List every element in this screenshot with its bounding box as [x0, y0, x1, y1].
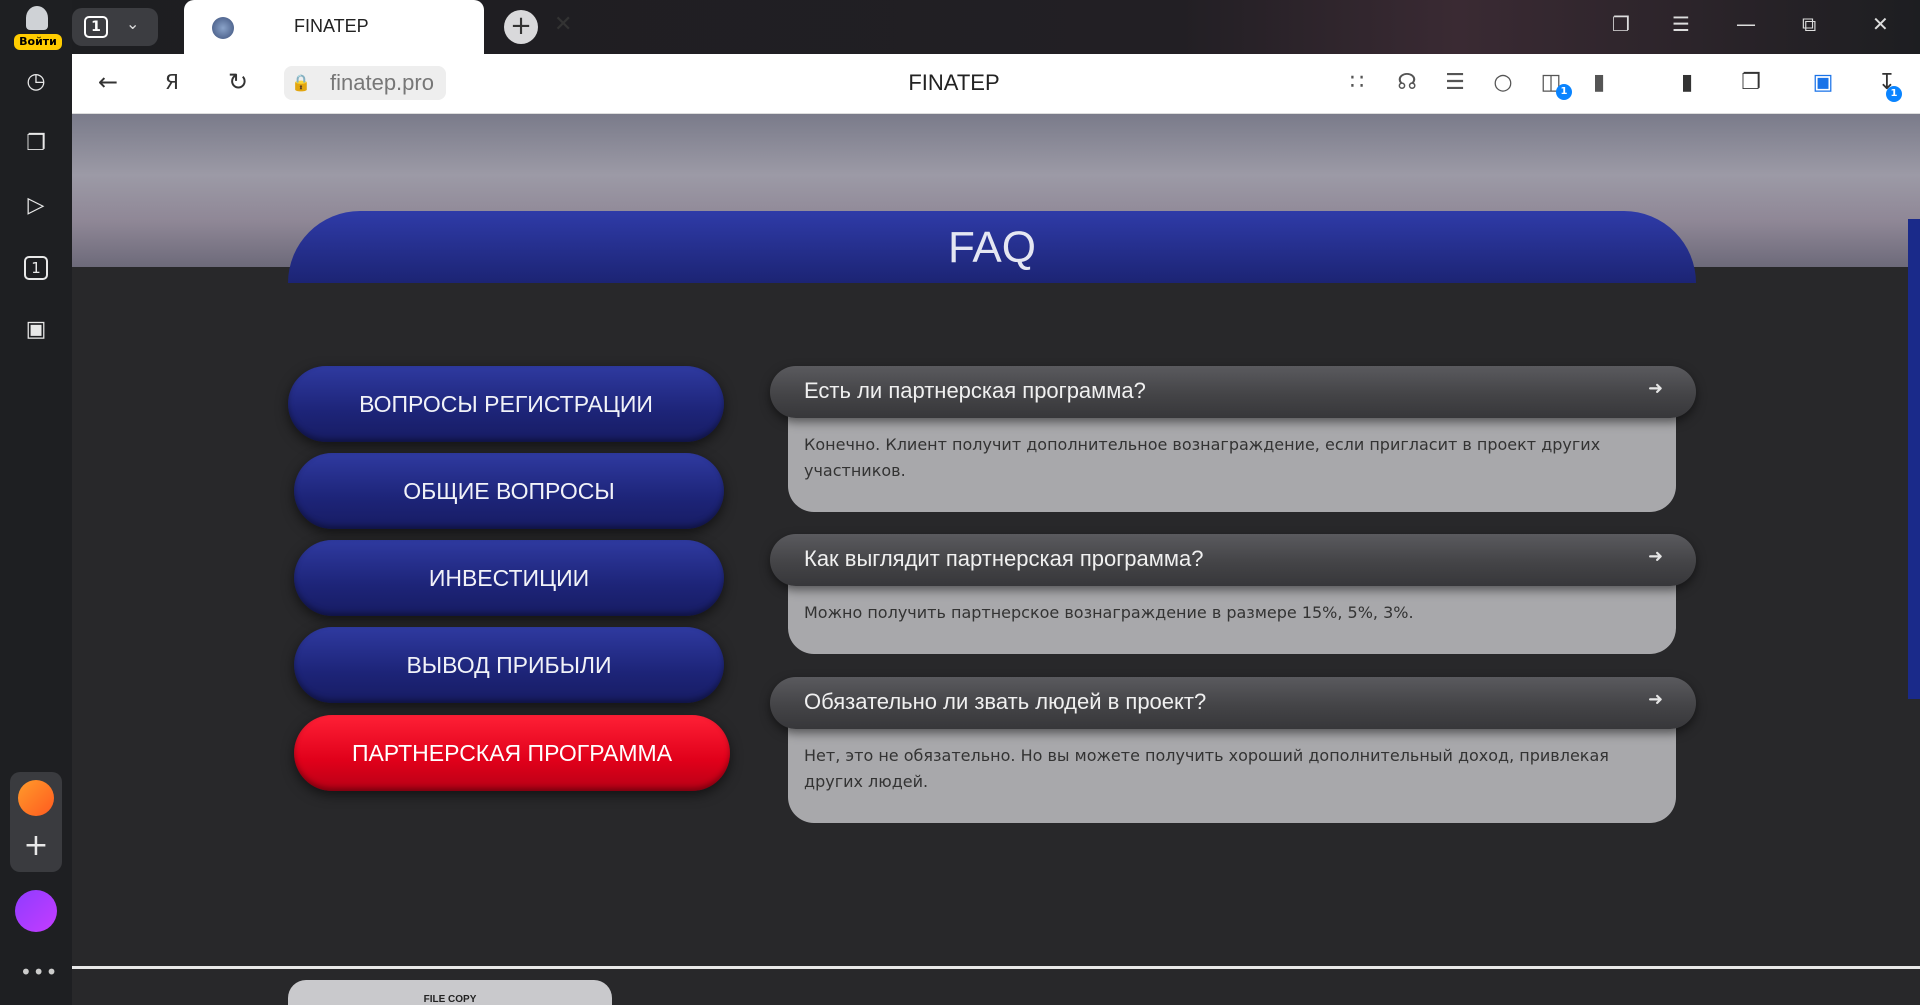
login-button[interactable]: Войти — [8, 6, 64, 50]
faq-answer: Нет, это не обязательно. Но вы можете по… — [788, 725, 1676, 823]
tab-strip: 1 ⌄ FINATEP ✕ + ❐ ☰ — ⧉ ✕ — [72, 0, 1920, 54]
file-copy-label: FILE COPY — [423, 994, 477, 1005]
sidebar-tabs-count: 1 — [24, 256, 48, 280]
arrow-right-icon: ➜ — [1648, 546, 1664, 567]
tabs-counter-icon[interactable]: 1 — [20, 252, 52, 284]
protect-badge: 1 — [1556, 84, 1572, 100]
active-tab[interactable]: FINATEP ✕ — [184, 0, 572, 54]
faq-title: FAQ — [947, 223, 1037, 272]
page-scrollbar[interactable] — [1908, 219, 1920, 699]
translate-icon[interactable]: ❐ — [1736, 70, 1766, 95]
file-copy-tab[interactable]: FILE COPY — [288, 980, 612, 1005]
faq-header: FAQ — [288, 211, 1696, 283]
arrow-right-icon: ➜ — [1648, 378, 1664, 399]
tab-counter-button[interactable]: 1 ⌄ — [72, 8, 158, 46]
collections-icon[interactable]: ❐ — [20, 128, 52, 160]
new-tab-button[interactable]: + — [504, 10, 538, 44]
page-viewport: FAQ ВОПРОСЫ РЕГИСТРАЦИИ ОБЩИЕ ВОПРОСЫ ИН… — [72, 114, 1920, 1005]
restore-icon[interactable]: ⧉ — [1802, 12, 1816, 36]
browser-sidebar: Войти ◷ ❐ ▷ 1 ▣ + ••• — [0, 0, 72, 1005]
arrow-right-icon: ➜ — [1648, 689, 1664, 710]
category-withdrawal-button[interactable]: ВЫВОД ПРИБЫЛИ — [294, 627, 724, 703]
bookmark-icon[interactable]: ▮ — [1584, 70, 1614, 95]
minimize-icon[interactable]: — — [1736, 12, 1756, 36]
tab-title: FINATEP — [294, 16, 369, 36]
bookmarks-panel-icon[interactable]: ❐ — [1612, 12, 1630, 36]
apps-grid-icon[interactable]: ∷ — [1342, 70, 1372, 95]
play-icon[interactable]: ▷ — [20, 190, 52, 222]
category-investments-button[interactable]: ИНВЕСТИЦИИ — [294, 540, 724, 616]
chat-icon[interactable]: ○ — [1488, 70, 1518, 95]
battery-icon[interactable]: ▮ — [1672, 70, 1702, 95]
screenshot-icon[interactable]: ▣ — [20, 314, 52, 346]
sidebar-apps: + — [10, 772, 62, 872]
faq-answer: Можно получить партнерское вознаграждени… — [788, 582, 1676, 654]
site-favicon-icon — [212, 17, 234, 39]
tab-count: 1 — [84, 16, 108, 38]
faq-question-button[interactable]: Обязательно ли звать людей в проект? ➜ — [770, 677, 1696, 729]
faq-question-button[interactable]: Есть ли партнерская программа? ➜ — [770, 366, 1696, 418]
faq-question-text: Обязательно ли звать людей в проект? — [804, 689, 1207, 714]
category-general-button[interactable]: ОБЩИЕ ВОПРОСЫ — [294, 453, 724, 529]
faq-answer: Конечно. Клиент получит дополнительное в… — [788, 414, 1676, 512]
reader-mode-icon[interactable]: ☰ — [1440, 70, 1470, 95]
mail-app-icon[interactable] — [18, 780, 54, 816]
history-icon[interactable]: ◷ — [20, 66, 52, 98]
downloads-badge: 1 — [1886, 86, 1902, 102]
add-app-icon[interactable]: + — [10, 828, 62, 864]
headphones-icon[interactable]: ☊ — [1392, 70, 1422, 95]
faq-question-text: Как выглядит партнерская программа? — [804, 546, 1204, 571]
user-avatar-icon — [26, 6, 48, 30]
section-divider — [72, 966, 1920, 969]
more-icon[interactable]: ••• — [20, 960, 57, 984]
extension-icon[interactable]: ▣ — [1808, 70, 1838, 95]
menu-icon[interactable]: ☰ — [1672, 12, 1690, 36]
category-registration-button[interactable]: ВОПРОСЫ РЕГИСТРАЦИИ — [288, 366, 724, 442]
category-partner-program-button[interactable]: ПАРТНЕРСКАЯ ПРОГРАММА — [294, 715, 730, 791]
chevron-down-icon: ⌄ — [126, 14, 140, 33]
faq-question-text: Есть ли партнерская программа? — [804, 378, 1146, 403]
close-tab-icon[interactable]: ✕ — [554, 12, 572, 37]
login-label: Войти — [14, 34, 62, 50]
faq-question-button[interactable]: Как выглядит партнерская программа? ➜ — [770, 534, 1696, 586]
close-window-icon[interactable]: ✕ — [1872, 12, 1889, 36]
address-bar: ← Я ↻ 🔒 finatep.pro FINATEP ∷ ☊ ☰ ○ ◫ 1 … — [72, 54, 1920, 114]
alice-assistant-icon[interactable] — [15, 890, 57, 932]
